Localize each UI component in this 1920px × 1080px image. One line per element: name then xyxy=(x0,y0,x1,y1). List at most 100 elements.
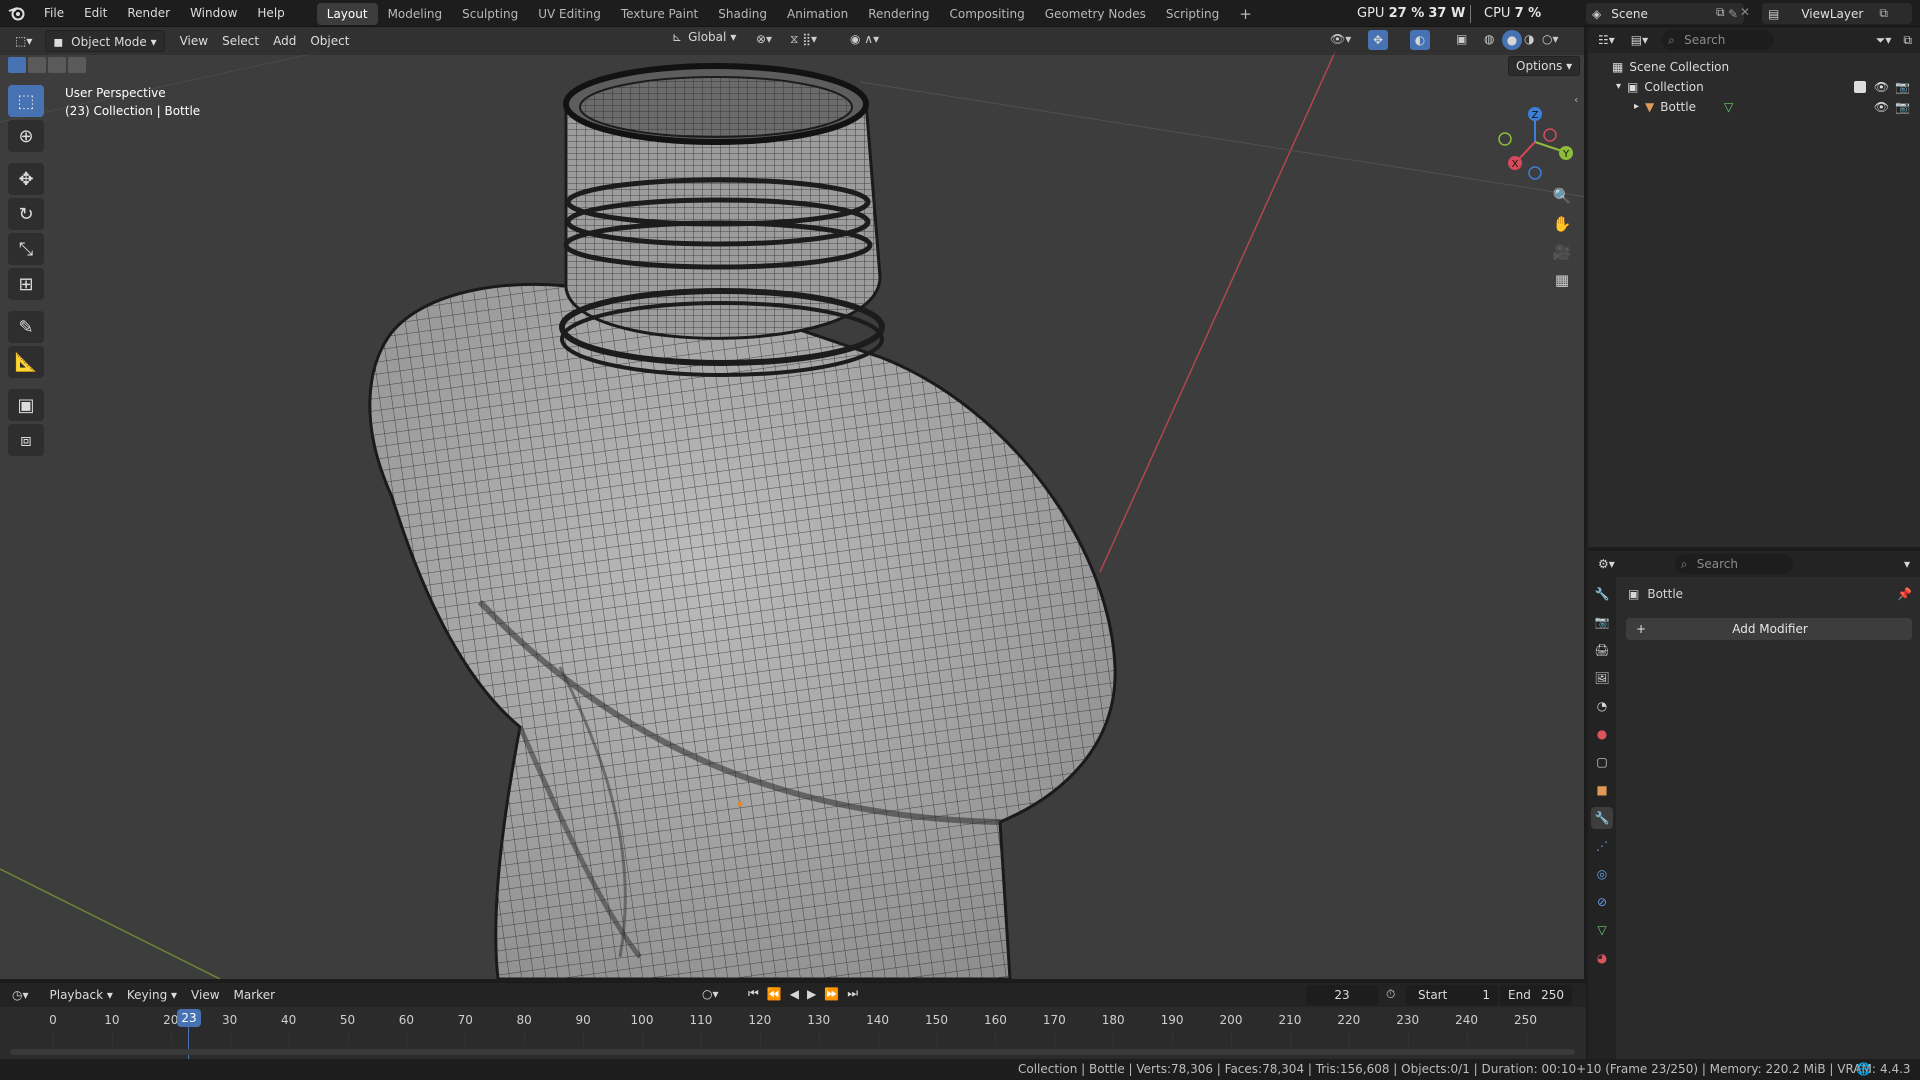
3d-viewport[interactable]: ⬚▾ ◼ Object Mode ▾ View Select Add Objec… xyxy=(0,27,1586,979)
tab-layout[interactable]: Layout xyxy=(316,3,378,25)
include-checkbox[interactable] xyxy=(1853,81,1866,93)
select-extend-icon[interactable] xyxy=(28,57,46,73)
menu-help[interactable]: Help xyxy=(247,0,294,27)
pivot-icon[interactable]: ⊗▾ xyxy=(756,32,772,46)
material-tab-icon[interactable]: ◕ xyxy=(1591,947,1613,969)
rendered-shading-icon[interactable]: ○▾ xyxy=(1542,32,1559,46)
tab-sculpting[interactable]: Sculpting xyxy=(452,3,528,25)
navigation-gizmo[interactable]: Z Y X xyxy=(1490,87,1580,197)
tool-tab-icon[interactable]: 🔧 xyxy=(1591,583,1613,605)
move-tool-icon[interactable]: ✥ xyxy=(8,163,44,195)
collection-tab-icon[interactable]: ▢ xyxy=(1591,751,1613,773)
tab-scripting[interactable]: Scripting xyxy=(1156,3,1229,25)
outliner-search-input[interactable]: ⌕ Search xyxy=(1662,30,1775,50)
chevron-down-icon[interactable]: ▾ xyxy=(1904,557,1910,571)
render-camera-icon[interactable]: 📷 xyxy=(1895,97,1910,117)
render-camera-icon[interactable]: 📷 xyxy=(1895,77,1910,97)
add-workspace-button[interactable]: + xyxy=(1229,3,1262,25)
solid-shading-icon[interactable]: ● xyxy=(1502,30,1522,50)
timeline-scrollbar[interactable] xyxy=(10,1049,1575,1055)
wireframe-shading-icon[interactable]: ◍ xyxy=(1484,32,1494,46)
menu-file[interactable]: File xyxy=(34,0,74,27)
properties-editor-icon[interactable]: ⚙▾ xyxy=(1598,557,1615,571)
tab-uv-editing[interactable]: UV Editing xyxy=(528,3,611,25)
world-tab-icon[interactable]: ● xyxy=(1591,723,1613,745)
expand-arrow-icon[interactable]: ▾ xyxy=(1616,77,1621,97)
playhead-frame-badge[interactable]: 23 xyxy=(177,1009,201,1027)
menu-object[interactable]: Object xyxy=(303,30,356,52)
object-tab-icon[interactable]: ■ xyxy=(1591,779,1613,801)
new-collection-icon[interactable]: ⧉ xyxy=(1903,33,1912,48)
menu-view[interactable]: View xyxy=(173,30,215,52)
output-tab-icon[interactable]: 🖨 xyxy=(1591,639,1613,661)
camera-view-icon[interactable]: 🎥 xyxy=(1548,238,1576,266)
menu-window[interactable]: Window xyxy=(180,0,247,27)
zoom-icon[interactable]: 🔍 xyxy=(1548,182,1576,210)
select-intersect-icon[interactable] xyxy=(68,57,86,73)
expand-arrow-icon[interactable]: ▸ xyxy=(1634,97,1639,117)
visibility-eye-icon[interactable]: 👁 xyxy=(1874,97,1889,117)
timeline-panel[interactable]: ◷▾ Playback ▾ Keying ▾ View Marker ○▾ ⏮ … xyxy=(0,981,1586,1059)
measure-tool-icon[interactable]: 📐 xyxy=(8,346,44,378)
pan-hand-icon[interactable]: ✋ xyxy=(1548,210,1576,238)
select-tool-icon[interactable]: ⬚ xyxy=(8,85,44,117)
render-tab-icon[interactable]: 📷 xyxy=(1591,611,1613,633)
display-mode-icon[interactable]: ▤▾ xyxy=(1631,33,1648,47)
material-shading-icon[interactable]: ◑ xyxy=(1524,32,1534,46)
outliner-row-bottle[interactable]: ▸ ▼ Bottle ▽ 👁 📷 xyxy=(1588,97,1920,117)
tab-rendering[interactable]: Rendering xyxy=(858,3,939,25)
visibility-eye-icon[interactable]: 👁 xyxy=(1874,77,1889,97)
tab-shading[interactable]: Shading xyxy=(708,3,777,25)
scene-tab-icon[interactable]: ◔ xyxy=(1591,695,1613,717)
transform-orientation-dropdown[interactable]: ⊾ Global ▾ xyxy=(672,30,736,44)
viewport-scene[interactable] xyxy=(0,27,1586,979)
outliner-row-collection[interactable]: ▾ ▣ Collection 👁 📷 xyxy=(1588,77,1920,97)
view-layer-tab-icon[interactable]: 🖼 xyxy=(1591,667,1613,689)
properties-search-input[interactable]: ⌕ Search xyxy=(1674,554,1793,574)
constraints-tab-icon[interactable]: ⊘ xyxy=(1591,891,1613,913)
filter-icon[interactable]: ⏷▾ xyxy=(1876,33,1892,48)
add-modifier-button[interactable]: + Add Modifier xyxy=(1626,618,1912,640)
particles-tab-icon[interactable]: ⋰ xyxy=(1591,835,1613,857)
pin-icon[interactable]: 📌 xyxy=(1897,587,1912,601)
sidebar-toggle-icon[interactable]: ‹ xyxy=(1574,93,1578,106)
tab-modeling[interactable]: Modeling xyxy=(378,3,453,25)
mode-dropdown[interactable]: ◼ Object Mode ▾ xyxy=(45,30,165,52)
options-dropdown[interactable]: Options ▾ xyxy=(1508,56,1581,76)
physics-tab-icon[interactable]: ◎ xyxy=(1591,863,1613,885)
menu-select[interactable]: Select xyxy=(215,30,266,52)
select-subtract-icon[interactable] xyxy=(48,57,66,73)
add-object-tool-icon[interactable]: ⧈ xyxy=(8,424,44,456)
tab-texture-paint[interactable]: Texture Paint xyxy=(611,3,708,25)
snap-icon[interactable]: ⧖ ⣿▾ xyxy=(790,32,817,47)
mesh-data-icon[interactable]: ▽ xyxy=(1724,97,1733,117)
data-tab-icon[interactable]: ▽ xyxy=(1591,919,1613,941)
menu-edit[interactable]: Edit xyxy=(74,0,117,27)
new-scene-icon[interactable]: ⧉ xyxy=(1716,5,1725,20)
rotate-tool-icon[interactable]: ↻ xyxy=(8,198,44,230)
visibility-icon[interactable]: 👁▾ xyxy=(1330,32,1351,46)
proportional-edit-icon[interactable]: ◉ ∧▾ xyxy=(850,32,879,46)
cursor-tool-icon[interactable]: ⊕ xyxy=(8,120,44,152)
menu-render[interactable]: Render xyxy=(117,0,180,27)
delete-scene-icon[interactable]: ✕ xyxy=(1740,5,1750,19)
menu-add[interactable]: Add xyxy=(266,30,303,52)
xray-icon[interactable]: ▣ xyxy=(1456,32,1467,46)
tab-geometry-nodes[interactable]: Geometry Nodes xyxy=(1035,3,1156,25)
overlay-toggle-icon[interactable]: ◐ xyxy=(1410,30,1430,50)
new-view-layer-icon[interactable]: ⧉ xyxy=(1879,6,1888,21)
gizmo-toggle-icon[interactable]: ✥ xyxy=(1368,30,1388,50)
annotate-tool-icon[interactable]: ✎ xyxy=(8,311,44,343)
pin-icon[interactable]: ✎ xyxy=(1728,7,1738,21)
tab-animation[interactable]: Animation xyxy=(777,3,858,25)
scale-tool-icon[interactable]: ⤡ xyxy=(8,233,44,265)
add-cube-tool-icon[interactable]: ▣ xyxy=(8,389,44,421)
modifier-tab-icon[interactable]: 🔧 xyxy=(1591,807,1613,829)
view-layer-selector[interactable]: ▤ ViewLayer ⧉ xyxy=(1762,3,1912,24)
editor-type-icon[interactable]: ⬚▾ xyxy=(8,30,39,52)
ortho-grid-icon[interactable]: ▦ xyxy=(1548,266,1576,294)
transform-tool-icon[interactable]: ⊞ xyxy=(8,268,44,300)
select-box-icon[interactable] xyxy=(8,57,26,73)
outliner-row-scene-collection[interactable]: ▦ Scene Collection xyxy=(1588,57,1920,77)
blender-logo-icon[interactable] xyxy=(0,0,34,27)
